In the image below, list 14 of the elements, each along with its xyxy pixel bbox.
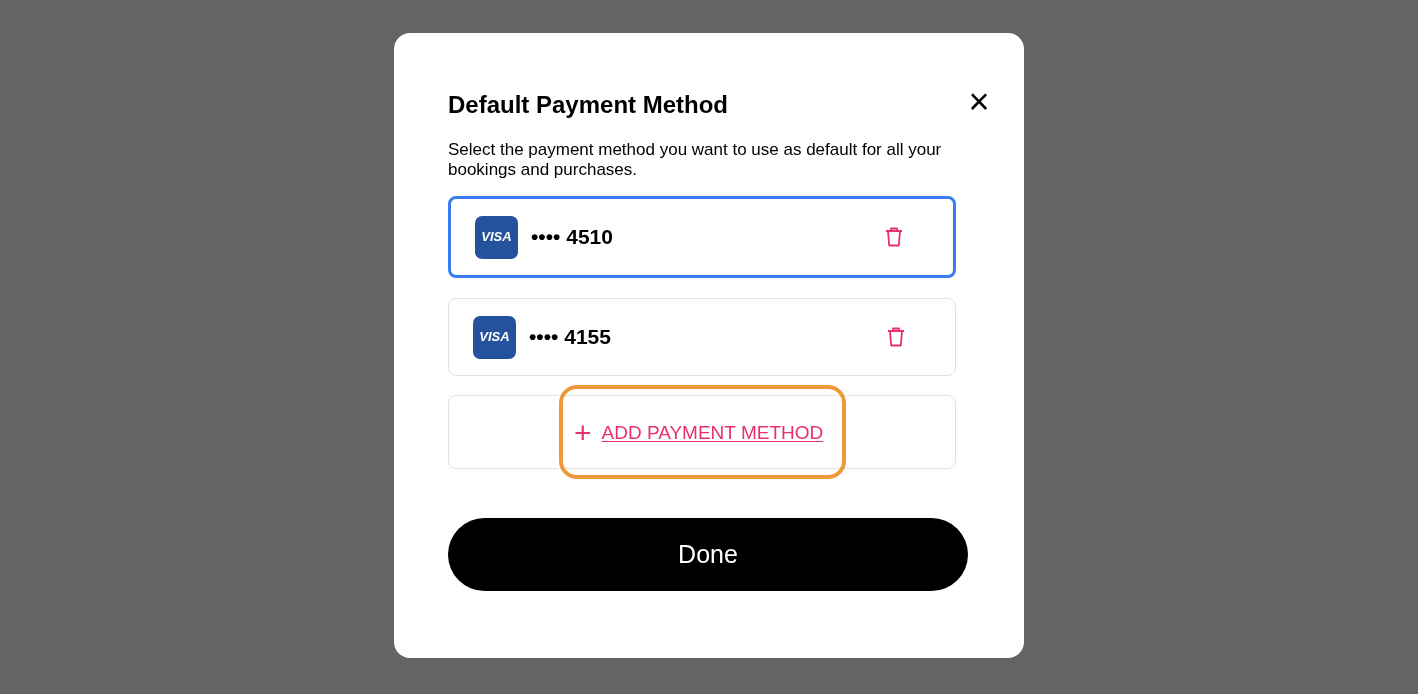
trash-icon[interactable]: [887, 327, 905, 347]
card-number: •••• 4510: [531, 224, 613, 251]
payment-card-row[interactable]: VISA •••• 4155: [448, 298, 956, 376]
card-number: •••• 4155: [529, 324, 611, 351]
dialog-description: Select the payment method you want to use as default for all your bookings and purchases.: [448, 140, 943, 180]
trash-icon[interactable]: [885, 227, 903, 247]
done-button[interactable]: Done: [448, 518, 968, 591]
dialog-title: Default Payment Method: [448, 91, 730, 119]
payment-card-row[interactable]: VISA •••• 4510: [448, 196, 956, 278]
card-brand-logo: VISA: [475, 215, 518, 259]
close-button[interactable]: ×: [964, 87, 994, 117]
card-brand-logo: VISA: [473, 315, 516, 359]
add-payment-method-link[interactable]: + ADD PAYMENT METHOD: [574, 419, 824, 448]
plus-icon: +: [574, 420, 592, 447]
